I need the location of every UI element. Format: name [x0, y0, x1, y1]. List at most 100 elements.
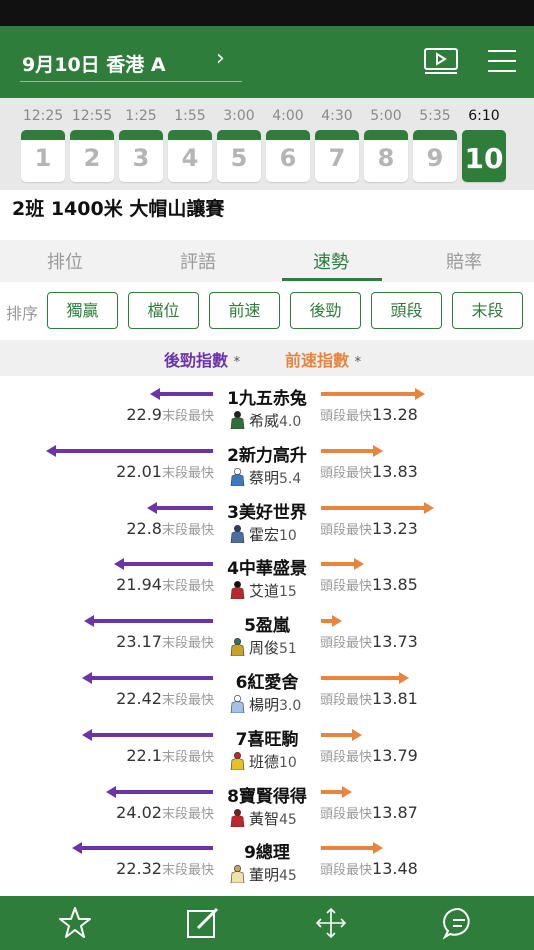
race-item[interactable]: 5:00 8 — [364, 106, 408, 186]
meeting-underline — [20, 81, 242, 82]
early-speed-arrow — [321, 558, 364, 571]
late-speed-arrow — [82, 728, 213, 741]
race-number: 9 — [426, 144, 444, 172]
jockey-odds: 51 — [279, 641, 297, 658]
horse-row[interactable]: 8寶賢得得 24.02末段最快 頭段最快13.87 黃智45 — [0, 776, 534, 833]
race-time: 3:00 — [223, 108, 255, 124]
tab-comments[interactable]: 評語 — [143, 248, 253, 274]
sort-win-button[interactable]: 獨贏 — [47, 292, 118, 329]
jockey-info: 周俊51 — [230, 637, 297, 658]
jockey-info: 班德10 — [230, 751, 297, 772]
race-card[interactable]: 6 — [266, 130, 310, 182]
jockey-odds: 45 — [279, 811, 297, 828]
race-item[interactable]: 3:00 5 — [217, 106, 261, 186]
jockey-info: 黃智45 — [230, 808, 297, 829]
race-card[interactable]: 3 — [119, 130, 163, 182]
jockey-name: 艾道 — [249, 582, 280, 601]
move-icon[interactable] — [314, 906, 348, 940]
sort-early-speed-button[interactable]: 前速 — [209, 292, 280, 329]
sort-late-speed-button[interactable]: 後勁 — [290, 292, 361, 329]
late-speed-arrow — [84, 615, 213, 628]
race-card[interactable]: 8 — [364, 130, 408, 182]
jockey-odds: 10 — [279, 527, 297, 544]
race-card[interactable]: 7 — [315, 130, 359, 182]
jockey-odds: 3.0 — [279, 698, 302, 714]
race-card[interactable]: 1 — [21, 130, 65, 182]
jockey-name: 黃智 — [249, 809, 280, 828]
jockey-silk-icon — [230, 524, 245, 543]
race-number: 3 — [132, 144, 150, 172]
horse-row[interactable]: 1九五赤兔 22.9末段最快 頭段最快13.28 希威4.0 — [0, 378, 534, 435]
race-time: 1:55 — [174, 108, 206, 124]
early-speed-arrow — [321, 842, 383, 855]
late-speed-arrow — [82, 672, 213, 684]
jockey-odds: 10 — [279, 754, 297, 771]
race-item[interactable]: 12:55 2 — [70, 106, 114, 186]
video-icon[interactable] — [424, 48, 458, 74]
horse-row[interactable]: 2新力高升 22.01末段最快 頭段最快13.83 蔡明5.4 — [0, 435, 534, 492]
sort-first-section-button[interactable]: 頭段 — [371, 292, 442, 329]
jockey-info: 楊明3.0 — [230, 694, 301, 715]
late-speed-value: 21.94末段最快 — [116, 575, 214, 595]
race-item[interactable]: 1:55 4 — [168, 106, 212, 186]
race-card[interactable]: 2 — [70, 130, 114, 182]
race-item[interactable]: 6:10 10 — [462, 106, 506, 186]
tab-draw[interactable]: 排位 — [10, 248, 120, 274]
late-index-legend: 後勁指數 * — [164, 351, 241, 370]
horse-name: 9總理 — [244, 843, 290, 864]
race-item[interactable]: 4:30 7 — [315, 106, 359, 186]
edit-icon[interactable] — [186, 906, 220, 940]
early-speed-arrow — [321, 672, 409, 684]
race-card[interactable]: 5 — [217, 130, 261, 182]
horse-row[interactable]: 5盈嵐 23.17末段最快 頭段最快13.73 周俊51 — [0, 605, 534, 662]
late-speed-value: 24.02末段最快 — [116, 802, 214, 822]
race-card[interactable]: 4 — [168, 130, 212, 182]
horse-row[interactable]: 9總理 22.32末段最快 頭段最快13.48 董明45 — [0, 832, 534, 889]
race-item[interactable]: 1:25 3 — [119, 106, 163, 186]
race-card[interactable]: 9 — [413, 130, 457, 182]
early-speed-arrow — [321, 615, 342, 628]
menu-icon[interactable] — [486, 48, 518, 74]
race-number: 7 — [328, 144, 346, 172]
horse-name: 7喜旺駒 — [235, 729, 299, 750]
horse-row[interactable]: 3美好世界 22.8末段最快 頭段最快13.23 霍宏10 — [0, 492, 534, 549]
race-item[interactable]: 4:00 6 — [266, 106, 310, 186]
jockey-name: 霍宏 — [249, 525, 280, 544]
horse-row[interactable]: 6紅愛舍 22.42末段最快 頭段最快13.81 楊明3.0 — [0, 662, 534, 719]
bottom-toolbar — [0, 896, 534, 950]
race-card-band — [315, 130, 359, 140]
race-card-band — [462, 130, 506, 140]
chat-icon[interactable] — [442, 906, 476, 940]
race-card-band — [168, 130, 212, 140]
star-icon[interactable] — [58, 906, 92, 940]
race-item[interactable]: 12:25 1 — [21, 106, 65, 186]
jockey-silk-icon — [230, 467, 245, 486]
chevron-right-icon[interactable]: › — [216, 46, 225, 71]
jockey-info: 蔡明5.4 — [230, 467, 301, 488]
late-speed-value: 22.01末段最快 — [116, 461, 214, 481]
early-speed-value: 頭段最快13.23 — [320, 518, 418, 538]
jockey-silk-icon — [230, 581, 245, 600]
late-speed-value: 23.17末段最快 — [116, 632, 214, 652]
sort-last-section-button[interactable]: 末段 — [452, 292, 523, 329]
jockey-odds: 4.0 — [279, 414, 302, 430]
early-speed-arrow — [321, 388, 425, 400]
race-time: 1:25 — [125, 108, 157, 124]
jockey-silk-icon — [230, 695, 245, 713]
tab-speed[interactable]: 速勢 — [276, 248, 386, 274]
sort-draw-button[interactable]: 檔位 — [128, 292, 199, 329]
horse-row[interactable]: 4中華盛景 21.94末段最快 頭段最快13.85 艾道15 — [0, 548, 534, 605]
race-card[interactable]: 10 — [462, 130, 506, 182]
race-number: 8 — [377, 144, 395, 172]
tab-odds[interactable]: 賠率 — [409, 248, 519, 274]
app-header: 9月10日 香港 A › — [0, 26, 534, 98]
horse-row[interactable]: 7喜旺駒 22.1末段最快 頭段最快13.79 班德10 — [0, 719, 534, 776]
race-item[interactable]: 5:35 9 — [413, 106, 457, 186]
race-card-band — [413, 130, 457, 140]
early-speed-value: 頭段最快13.87 — [320, 802, 418, 822]
jockey-info: 艾道15 — [230, 580, 297, 601]
race-time: 5:35 — [419, 108, 451, 124]
horse-name: 1九五赤兔 — [227, 389, 307, 409]
race-time: 4:30 — [321, 108, 353, 124]
meeting-selector[interactable]: 9月10日 香港 A — [22, 50, 166, 77]
